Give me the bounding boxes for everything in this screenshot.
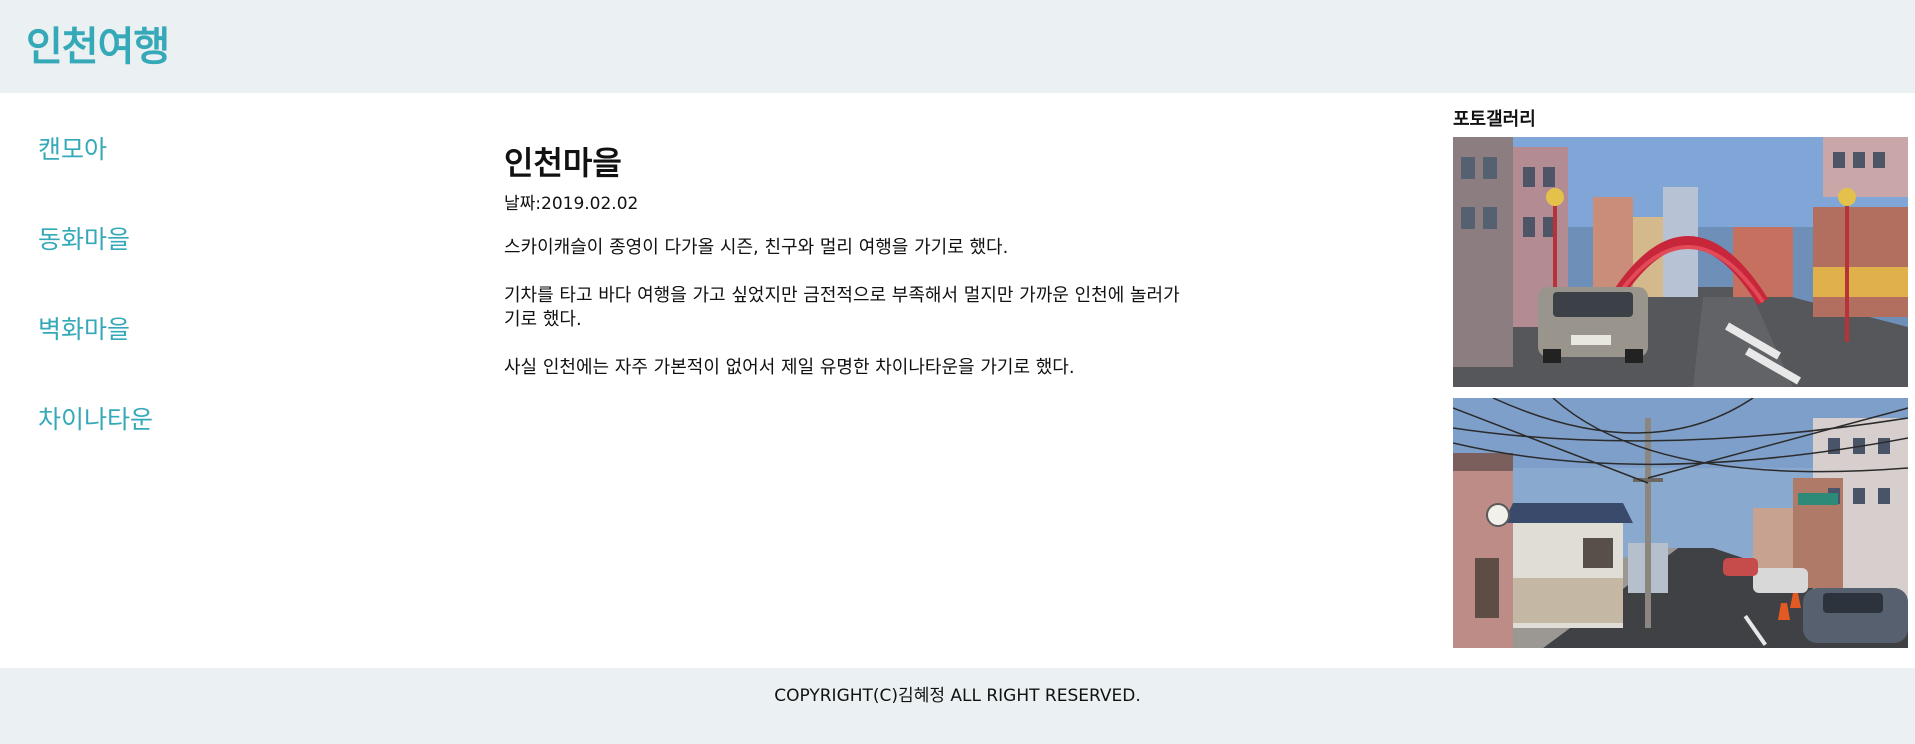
site-footer: COPYRIGHT(C)김혜정 ALL RIGHT RESERVED. xyxy=(0,668,1915,744)
article-paragraph: 사실 인천에는 자주 가본적이 없어서 제일 유명한 차이나타운을 가기로 했다… xyxy=(504,357,1075,378)
sidebar-nav: 캔모아 동화마을 벽화마을 차이나타운 xyxy=(38,130,338,490)
site-title-link[interactable]: 인천여행 xyxy=(26,14,170,72)
chinatown-street-gate-photo xyxy=(1453,137,1908,387)
sidebar-item-canmoa[interactable]: 캔모아 xyxy=(38,130,338,220)
article-title: 인천마을 xyxy=(504,144,622,182)
site-header: 인천여행 xyxy=(0,0,1915,93)
article-paragraph: 스카이캐슬이 종영이 다가올 시즌, 친구와 멀리 여행을 가기로 했다. xyxy=(504,237,1009,258)
article-paragraph: 기차를 타고 바다 여행을 가고 싶었지만 금전적으로 부족해서 멀지만 가까운… xyxy=(504,285,1180,330)
photo-gallery: 포토갤러리 xyxy=(1453,106,1908,648)
copyright-text: COPYRIGHT(C)김혜정 ALL RIGHT RESERVED. xyxy=(774,686,1141,706)
sidebar-item-chinatown[interactable]: 차이나타운 xyxy=(38,400,338,490)
sidebar-item-fairytale-village[interactable]: 동화마을 xyxy=(38,220,338,310)
article-body: 스카이캐슬이 종영이 다가올 시즌, 친구와 멀리 여행을 가기로 했다. 기차… xyxy=(504,236,1184,380)
village-street-power-lines-photo xyxy=(1453,398,1908,648)
sidebar-item-mural-village[interactable]: 벽화마을 xyxy=(38,310,338,400)
article-date: 날짜:2019.02.02 xyxy=(504,194,639,214)
gallery-title: 포토갤러리 xyxy=(1453,109,1536,130)
article: 인천마을 날짜:2019.02.02 스카이캐슬이 종영이 다가올 시즌, 친구… xyxy=(504,140,1184,380)
